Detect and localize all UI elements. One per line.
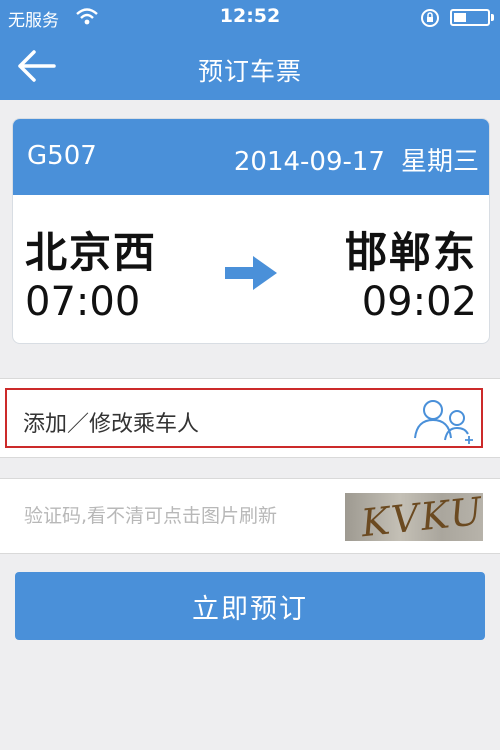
departure-station: 北京西	[25, 228, 158, 277]
add-passenger-button[interactable]: 添加／修改乘车人	[5, 388, 483, 448]
arrival-time: 09:02	[361, 279, 477, 325]
ticket-card: G507 2014-09-17 星期三 北京西 邯郸东 07:00 09:02	[12, 118, 490, 344]
arrow-right-icon	[225, 256, 277, 290]
departure-time: 07:00	[25, 279, 141, 325]
rotation-lock-icon	[421, 9, 439, 27]
add-passenger-icon	[414, 400, 473, 444]
captcha-image[interactable]: KVKU	[345, 493, 483, 541]
captcha-input[interactable]	[10, 497, 330, 535]
page-title: 预订车票	[197, 57, 302, 86]
nav-bar: 预订车票	[0, 34, 500, 100]
captcha-row: KVKU	[0, 478, 500, 554]
travel-date: 2014-09-17 星期三	[234, 141, 479, 178]
add-passenger-label: 添加／修改乘车人	[23, 412, 200, 437]
captcha-image-text: KVKU	[359, 493, 483, 541]
ticket-header: G507 2014-09-17 星期三	[13, 119, 489, 195]
arrival-station: 邯郸东	[344, 228, 477, 277]
train-number: G507	[27, 141, 97, 171]
passenger-row: 添加／修改乘车人	[0, 378, 500, 458]
date-text: 2014-09-17	[233, 147, 385, 177]
status-bar: 无服务 12:52	[0, 0, 500, 34]
weekday-text: 星期三	[400, 147, 479, 177]
book-now-button[interactable]: 立即预订	[15, 572, 485, 640]
battery-icon	[450, 9, 494, 26]
